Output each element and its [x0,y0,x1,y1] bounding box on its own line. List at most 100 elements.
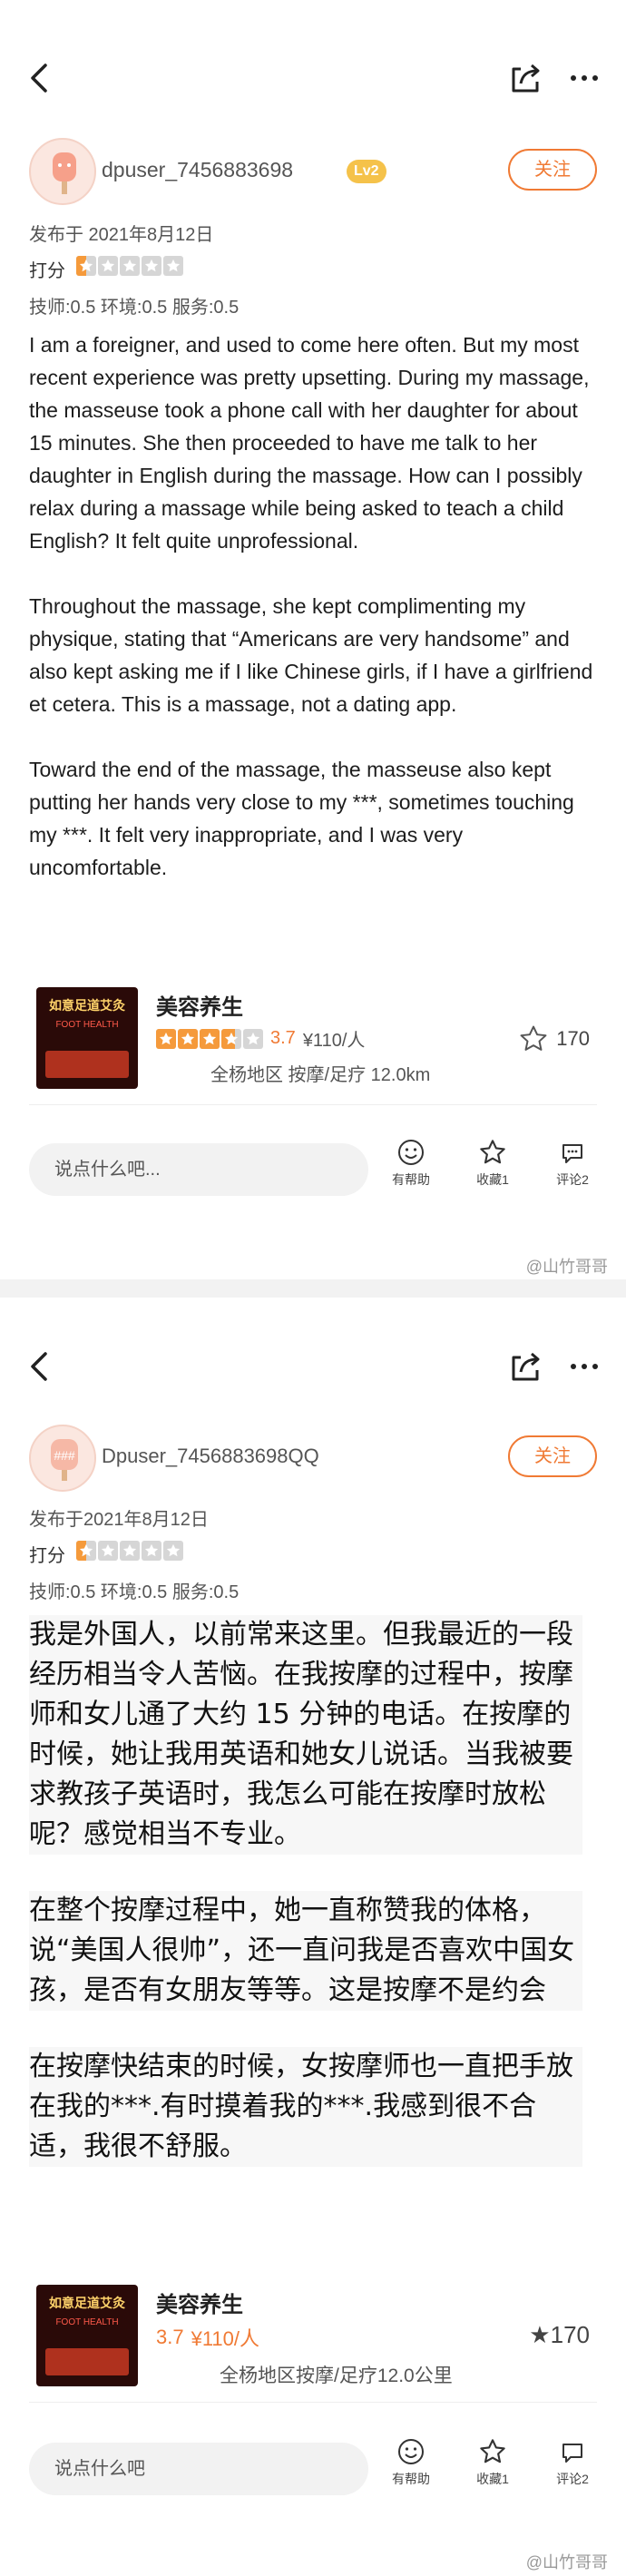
star-icon [122,259,137,272]
avatar-text: ### [54,1448,75,1463]
rating-star [120,1541,140,1561]
shop-rating: 3.7 ¥110/人 [156,2323,259,2352]
shop-sign-glow [45,2348,129,2375]
collect-button[interactable]: 收藏1 [461,2437,524,2488]
bottom-action-bar: 有帮助 收藏1 评论2 [0,2423,626,2513]
helpful-button[interactable]: 有帮助 [379,1138,443,1189]
star-icon [144,259,159,272]
shop-name: 美容养生 [156,2293,243,2317]
star-icon [166,1543,181,1557]
rating-stars [76,256,183,276]
level-badge: Lv2 [347,160,386,183]
comment-input[interactable] [29,1143,368,1196]
shop-sign-text: 如意足道艾灸 [49,2296,125,2310]
back-arrow-icon[interactable] [22,1348,58,1385]
share-icon[interactable] [508,1348,544,1385]
review-paragraph: 在整个按摩过程中，她一直称赞我的体格，说“美国人很帅”，还一直问我是否喜欢中国女… [29,1891,582,2011]
watermark: @山竹哥哥 [525,2553,608,2571]
user-header: ### Dpuser_7456883698QQ 关注 [29,1425,597,1497]
shop-card[interactable]: 如意足道艾灸 FOOT HEALTH 美容养生 3.7 ¥110/人 全杨地区 … [29,978,597,1105]
shop-thumbnail: 如意足道艾灸 FOOT HEALTH [36,987,138,1089]
shop-score: 3.7 [270,1028,296,1048]
star-icon [144,1543,159,1557]
rating-stars [76,1541,183,1561]
smile-icon [398,2439,424,2464]
rating-star [200,1028,220,1049]
comment-label: 评论2 [556,2472,589,2486]
review-paragraph: 我是外国人，以前常来这里。但我最近的一段经历相当令人苦恼。在我按摩的过程中，按摩… [29,1615,582,1855]
star-icon [181,1032,195,1044]
rating-star [142,256,161,276]
publish-date: 发布于2021年8月12日 [29,1510,209,1530]
comment-button[interactable]: 评论2 [541,2437,604,2488]
more-icon[interactable] [566,60,602,96]
sub-scores: 技师:0.5 环境:0.5 服务:0.5 [29,1582,240,1602]
shop-favorite[interactable]: 170 [518,1024,590,1054]
sub-scores: 技师:0.5 环境:0.5 服务:0.5 [29,298,240,318]
comment-bubble-icon [562,2444,582,2463]
review-text: 我是外国人，以前常来这里。但我最近的一段经历相当令人苦恼。在我按摩的过程中，按摩… [29,1615,582,2203]
shop-sign-text: 如意足道艾灸 [49,998,125,1013]
follow-button[interactable]: 关注 [508,149,597,191]
shop-price: ¥110/人 [302,1031,366,1051]
panel-separator [0,1279,626,1298]
shop-sign-glow [45,1051,129,1078]
rating-star [76,256,96,276]
top-bar [0,1332,626,1397]
smile-icon [398,1140,424,1165]
helpful-label: 有帮助 [392,2472,430,2486]
avatar[interactable]: ### [29,1425,96,1492]
shop-sign-subtext: FOOT HEALTH [55,1020,119,1030]
rating-label: 打分 [29,1546,65,1566]
username[interactable]: Dpuser_7456883698QQ [102,1445,319,1468]
star-icon [202,1032,217,1044]
collect-label: 收藏1 [476,2472,509,2486]
star-icon [101,1543,115,1557]
watermark: @山竹哥哥 [525,1258,608,1276]
helpful-button[interactable]: 有帮助 [379,2437,443,2488]
star-outline-icon [520,1025,547,1051]
favorite-count: ★170 [529,2321,590,2348]
shop-price: ¥110/人 [191,2327,260,2350]
star-icon [224,1032,239,1044]
collect-label: 收藏1 [476,1172,509,1187]
review-panel-english: dpuser_7456883698 Lv2 关注 发布于 2021年8月12日 … [0,0,626,1279]
back-arrow-icon[interactable] [22,60,58,96]
rating-star [178,1028,198,1049]
star-icon [166,259,181,272]
shop-thumbnail: 如意足道艾灸 FOOT HEALTH [36,2285,138,2386]
star-icon [246,1032,260,1044]
rating-star [221,1028,241,1049]
collect-button[interactable]: 收藏1 [461,1138,524,1189]
comment-button[interactable]: 评论2 [541,1138,604,1189]
more-icon[interactable] [566,1348,602,1385]
rating-star [163,256,183,276]
shop-score: 3.7 [156,2326,184,2348]
rating-star [163,1541,183,1561]
rating-star [156,1028,176,1049]
review-paragraph: Toward the end of the massage, the masse… [29,758,574,879]
star-icon [79,1543,93,1557]
rating-star [120,256,140,276]
shop-area: 全杨地区 按摩/足疗 12.0km [210,1065,431,1085]
shop-favorite[interactable]: ★170 [529,2321,590,2349]
rating-star [243,1028,263,1049]
comment-bubble-icon [562,1144,582,1163]
helpful-label: 有帮助 [392,1172,430,1187]
avatar[interactable] [29,138,96,205]
shop-card[interactable]: 如意足道艾灸 FOOT HEALTH 美容养生 3.7 ¥110/人 全杨地区按… [29,2276,597,2403]
rating-star [142,1541,161,1561]
comment-label: 评论2 [556,1172,589,1187]
star-icon [101,259,115,272]
review-paragraph: Throughout the massage, she kept complim… [29,594,593,716]
follow-button[interactable]: 关注 [508,1435,597,1477]
comment-input[interactable] [29,2443,368,2495]
star-outline-icon [480,1140,505,1164]
rating-star [98,256,118,276]
review-paragraph: 在按摩快结束的时候，女按摩师也一直把手放在我的***.有时摸着我的***.我感到… [29,2047,582,2167]
star-icon [122,1543,137,1557]
share-icon[interactable] [508,60,544,96]
username[interactable]: dpuser_7456883698 [102,158,293,182]
favorite-count: 170 [556,1027,590,1050]
shop-sign-subtext: FOOT HEALTH [55,2317,119,2327]
